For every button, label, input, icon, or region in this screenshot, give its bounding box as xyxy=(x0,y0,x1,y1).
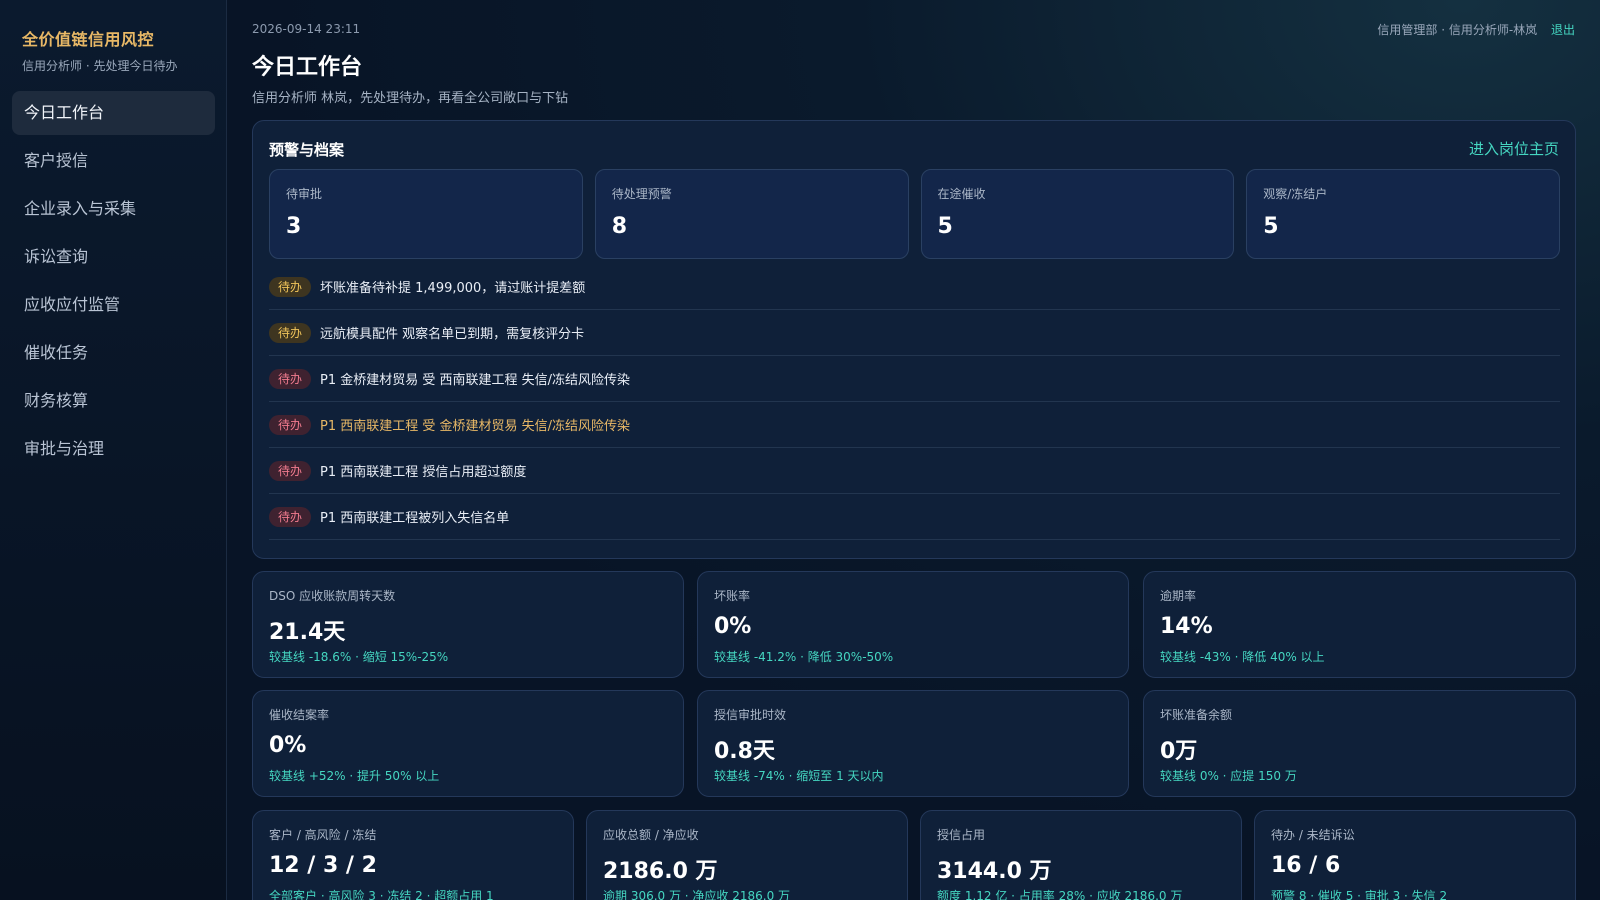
todo-text: P1 西南联建工程 受 金桥建材贸易 失信/冻结风险传染 xyxy=(320,419,631,434)
todo-badge: 待办 xyxy=(269,506,312,527)
kpi-card-bad-debt-rate[interactable]: 坏账率 0% 较基线 -41.2% · 降低 30%-50% xyxy=(697,571,1129,678)
sidebar-item-credit[interactable]: 客户授信 xyxy=(12,139,215,183)
stat-label: 待审批 xyxy=(286,187,323,201)
kpi-value: 0% xyxy=(269,733,307,758)
logout-link[interactable]: 退出 xyxy=(1551,23,1575,37)
sidebar-nav: 今日工作台 客户授信 企业录入与采集 诉讼查询 应收应付监管 催收任务 财务核算… xyxy=(12,91,215,475)
todo-item[interactable]: 待办 P1 西南联建工程 授信占用超过额度 xyxy=(269,448,1560,494)
kpi-card-collection-close-rate[interactable]: 催收结案率 0% 较基线 +52% · 提升 50% 以上 xyxy=(252,690,684,797)
todo-text: P1 金桥建材贸易 受 西南联建工程 失信/冻结风险传染 xyxy=(320,373,631,388)
kpi-note: 较基线 -43% · 降低 40% 以上 xyxy=(1160,650,1325,664)
kpi-note: 全部客户 · 高风险 3 · 冻结 2 · 超额占用 1 xyxy=(269,889,494,900)
kpi-value: 16 / 6 xyxy=(1271,853,1341,878)
kpi-value: 0% xyxy=(714,614,752,639)
kpi-note: 预警 8 · 催收 5 · 审批 3 · 失信 2 xyxy=(1271,889,1448,900)
kpi-label: 坏账率 xyxy=(714,589,751,603)
sidebar-item-approval[interactable]: 审批与治理 xyxy=(12,427,215,471)
todo-badge: 待办 xyxy=(269,460,312,481)
stat-value: 5 xyxy=(937,214,953,239)
kpi-value: 3144.0 万 xyxy=(937,859,1052,884)
todo-item[interactable]: 待办 远航模具配件 观察名单已到期，需复核评分卡 xyxy=(269,310,1560,356)
todo-text: P1 西南联建工程被列入失信名单 xyxy=(320,511,510,526)
todo-item[interactable]: 待办 坏账准备待补提 1,499,000，请过账计提差额 xyxy=(269,264,1560,310)
stat-label: 待处理预警 xyxy=(611,187,672,201)
kpi-value: 21.4天 xyxy=(269,620,346,645)
stat-cards: 待审批 3 待处理预警 8 在途催收 5 观察/冻结户 5 xyxy=(269,169,1560,259)
kpi-note: 额度 1.12 亿 · 占用率 28% · 应收 2186.0 万 xyxy=(937,889,1183,900)
kpi-label: 待办 / 未结诉讼 xyxy=(1271,828,1355,842)
timestamp: 2026-09-14 23:11 xyxy=(252,22,361,36)
kpi-note: 较基线 -41.2% · 降低 30%-50% xyxy=(714,650,894,664)
sidebar-item-accounting[interactable]: 财务核算 xyxy=(12,379,215,423)
kpi-card-overdue-rate[interactable]: 逾期率 14% 较基线 -43% · 降低 40% 以上 xyxy=(1143,571,1576,678)
kpi-note: 较基线 -74% · 缩短至 1 天以内 xyxy=(714,769,884,783)
alerts-panel: 预警与档案 进入岗位主页 待审批 3 待处理预警 8 在途催收 5 观察/冻结户… xyxy=(252,120,1576,559)
todo-item[interactable]: 待办 P1 西南联建工程被列入失信名单 xyxy=(269,494,1560,540)
kpi-note: 逾期 306.0 万 · 净应收 2186.0 万 xyxy=(603,889,791,900)
kpi-label: 客户 / 高风险 / 冻结 xyxy=(269,828,377,842)
page-subtitle: 信用分析师 林岚，先处理待办，再看全公司敞口与下钻 xyxy=(252,91,569,106)
sidebar-item-workbench[interactable]: 今日工作台 xyxy=(12,91,215,135)
sidebar-item-litigation[interactable]: 诉讼查询 xyxy=(12,235,215,279)
stat-card-pending-alerts[interactable]: 待处理预警 8 xyxy=(594,169,909,259)
kpi-note: 较基线 -18.6% · 缩短 15%-25% xyxy=(269,650,449,664)
stat-value: 8 xyxy=(611,214,628,239)
sidebar-item-receivables[interactable]: 应收应付监管 xyxy=(12,283,215,327)
kpi-card-customers[interactable]: 客户 / 高风险 / 冻结 12 / 3 / 2 全部客户 · 高风险 3 · … xyxy=(252,810,574,900)
todo-badge: 待办 xyxy=(269,414,312,435)
brand-subtitle: 信用分析师 · 先处理今日待办 xyxy=(22,59,178,73)
stat-label: 在途催收 xyxy=(937,187,986,201)
kpi-value: 0.8天 xyxy=(714,739,775,764)
kpi-card-receivables[interactable]: 应收总额 / 净应收 2186.0 万 逾期 306.0 万 · 净应收 218… xyxy=(586,810,908,900)
stat-card-pending-approval[interactable]: 待审批 3 xyxy=(269,169,583,259)
kpi-card-todo-litigation[interactable]: 待办 / 未结诉讼 16 / 6 预警 8 · 催收 5 · 审批 3 · 失信… xyxy=(1254,810,1576,900)
kpi-label: 授信占用 xyxy=(937,828,986,842)
stat-value: 3 xyxy=(286,214,302,239)
todo-text: P1 西南联建工程 授信占用超过额度 xyxy=(320,465,527,480)
todo-badge: 待办 xyxy=(269,368,312,389)
kpi-label: 应收总额 / 净应收 xyxy=(603,828,699,842)
kpi-value: 14% xyxy=(1160,614,1213,639)
kpi-label: 坏账准备余额 xyxy=(1160,708,1233,722)
kpi-note: 较基线 +52% · 提升 50% 以上 xyxy=(269,769,440,783)
kpi-value: 2186.0 万 xyxy=(603,859,718,884)
kpi-card-credit-usage[interactable]: 授信占用 3144.0 万 额度 1.12 亿 · 占用率 28% · 应收 2… xyxy=(920,810,1242,900)
user-info: 信用管理部 · 信用分析师-林岚 退出 xyxy=(1377,21,1575,38)
kpi-value: 0万 xyxy=(1160,739,1198,764)
kpi-card-bad-debt-reserve[interactable]: 坏账准备余额 0万 较基线 0% · 应提 150 万 xyxy=(1143,690,1576,797)
user-label: 信用管理部 · 信用分析师-林岚 xyxy=(1377,23,1538,37)
sidebar-item-enterprise-entry[interactable]: 企业录入与采集 xyxy=(12,187,215,231)
todo-text: 坏账准备待补提 1,499,000，请过账计提差额 xyxy=(320,281,586,296)
todo-badge: 待办 xyxy=(269,322,312,343)
kpi-card-approval-time[interactable]: 授信审批时效 0.8天 较基线 -74% · 缩短至 1 天以内 xyxy=(697,690,1129,797)
todo-list: 待办 坏账准备待补提 1,499,000，请过账计提差额 待办 远航模具配件 观… xyxy=(269,264,1560,540)
stat-card-watch-frozen[interactable]: 观察/冻结户 5 xyxy=(1246,169,1560,259)
stat-value: 5 xyxy=(1263,214,1279,239)
alerts-panel-title: 预警与档案 xyxy=(269,141,345,159)
kpi-label: 逾期率 xyxy=(1160,589,1197,603)
todo-item[interactable]: 待办 P1 西南联建工程 受 金桥建材贸易 失信/冻结风险传染 xyxy=(269,402,1560,448)
kpi-value: 12 / 3 / 2 xyxy=(269,853,377,878)
kpi-label: 授信审批时效 xyxy=(714,708,787,722)
role-home-link[interactable]: 进入岗位主页 xyxy=(1469,138,1559,159)
todo-item[interactable]: 待办 P1 金桥建材贸易 受 西南联建工程 失信/冻结风险传染 xyxy=(269,356,1560,402)
todo-text: 远航模具配件 观察名单已到期，需复核评分卡 xyxy=(320,327,585,342)
kpi-label: DSO 应收账款周转天数 xyxy=(269,589,396,603)
kpi-note: 较基线 0% · 应提 150 万 xyxy=(1160,769,1297,783)
stat-card-collection-in-progress[interactable]: 在途催收 5 xyxy=(920,169,1235,259)
brand-title: 全价值链信用风控 xyxy=(22,30,155,49)
todo-badge: 待办 xyxy=(269,276,312,297)
main-content: 2026-09-14 23:11 信用管理部 · 信用分析师-林岚 退出 今日工… xyxy=(227,0,1600,900)
page-title: 今日工作台 xyxy=(252,55,363,80)
kpi-label: 催收结案率 xyxy=(269,708,330,722)
stat-label: 观察/冻结户 xyxy=(1263,187,1328,201)
sidebar: 全价值链信用风控 信用分析师 · 先处理今日待办 今日工作台 客户授信 企业录入… xyxy=(0,0,227,900)
sidebar-item-collection[interactable]: 催收任务 xyxy=(12,331,215,375)
kpi-card-dso[interactable]: DSO 应收账款周转天数 21.4天 较基线 -18.6% · 缩短 15%-2… xyxy=(252,571,684,678)
